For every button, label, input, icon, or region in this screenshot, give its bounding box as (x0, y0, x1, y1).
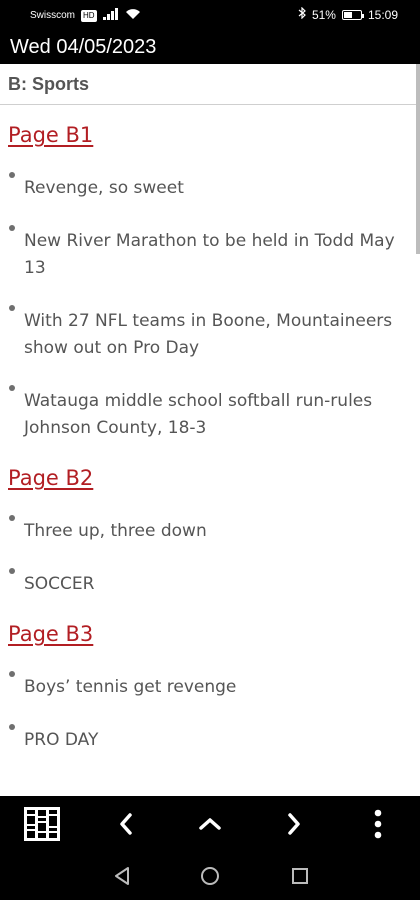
list-item[interactable]: Boys’ tennis get revenge (8, 671, 398, 701)
battery-icon (341, 9, 364, 20)
article-title: New River Marathon to be held in Todd Ma… (24, 231, 395, 278)
signal-icon (102, 8, 119, 23)
article-title: SOCCER (24, 574, 95, 594)
article-title: With 27 NFL teams in Boone, Mountaineers… (24, 311, 393, 358)
status-right: 51% 15:09 (298, 6, 398, 22)
bottom-toolbar (0, 796, 420, 852)
article-list: Page B1 Revenge, so sweet New River Mara… (0, 105, 420, 754)
list-item[interactable]: Watauga middle school softball run-rules… (8, 385, 398, 442)
scrollbar-thumb[interactable] (416, 64, 420, 254)
section-title: B: Sports (8, 73, 89, 94)
list-item[interactable]: PRO DAY (8, 724, 398, 754)
article-title: Revenge, so sweet (24, 178, 184, 198)
page-link[interactable]: Page B1 (8, 123, 398, 147)
page-group: Page B1 Revenge, so sweet New River Mara… (8, 105, 398, 442)
more-vertical-icon[interactable] (358, 806, 398, 842)
page-link[interactable]: Page B2 (8, 466, 398, 490)
battery-percent: 51% (311, 7, 336, 22)
battery-fill (343, 11, 353, 18)
page-link[interactable]: Page B3 (8, 622, 398, 646)
newspaper-pages-icon[interactable] (22, 806, 62, 842)
list-item[interactable]: New River Marathon to be held in Todd Ma… (8, 225, 398, 282)
article-title: Boys’ tennis get revenge (24, 677, 237, 697)
article-title: Watauga middle school softball run-rules… (24, 391, 373, 438)
section-header: B: Sports (0, 64, 420, 105)
page-group: Page B2 Three up, three down SOCCER (8, 442, 398, 598)
volte-badge: HD (81, 9, 97, 22)
list-item[interactable]: SOCCER (8, 568, 398, 598)
list-item[interactable]: Revenge, so sweet (8, 172, 398, 202)
article-title: PRO DAY (24, 730, 99, 750)
chevron-up-icon[interactable] (190, 806, 230, 842)
clock: 15:09 (367, 7, 398, 22)
list-item[interactable]: With 27 NFL teams in Boone, Mountaineers… (8, 305, 398, 362)
edition-date: Wed 04/05/2023 (10, 36, 157, 58)
content-area[interactable]: B: Sports Page B1 Revenge, so sweet New … (0, 64, 420, 796)
page-group: Page B3 Boys’ tennis get revenge PRO DAY (8, 598, 398, 754)
status-left: Swisscom HD (30, 8, 141, 23)
recents-square-icon[interactable] (288, 864, 312, 888)
list-item[interactable]: Three up, three down (8, 515, 398, 545)
carrier-name: Swisscom (30, 10, 76, 21)
bluetooth-icon (298, 6, 306, 22)
home-circle-icon[interactable] (198, 864, 222, 888)
system-nav-bar (0, 852, 420, 900)
back-triangle-icon[interactable] (110, 864, 134, 888)
chevron-right-icon[interactable] (274, 806, 314, 842)
status-bar: Swisscom HD 51% 15:09 (0, 0, 420, 30)
wifi-icon (125, 8, 141, 23)
title-bar: Wed 04/05/2023 (0, 30, 420, 64)
chevron-left-icon[interactable] (106, 806, 146, 842)
article-title: Three up, three down (24, 521, 207, 541)
